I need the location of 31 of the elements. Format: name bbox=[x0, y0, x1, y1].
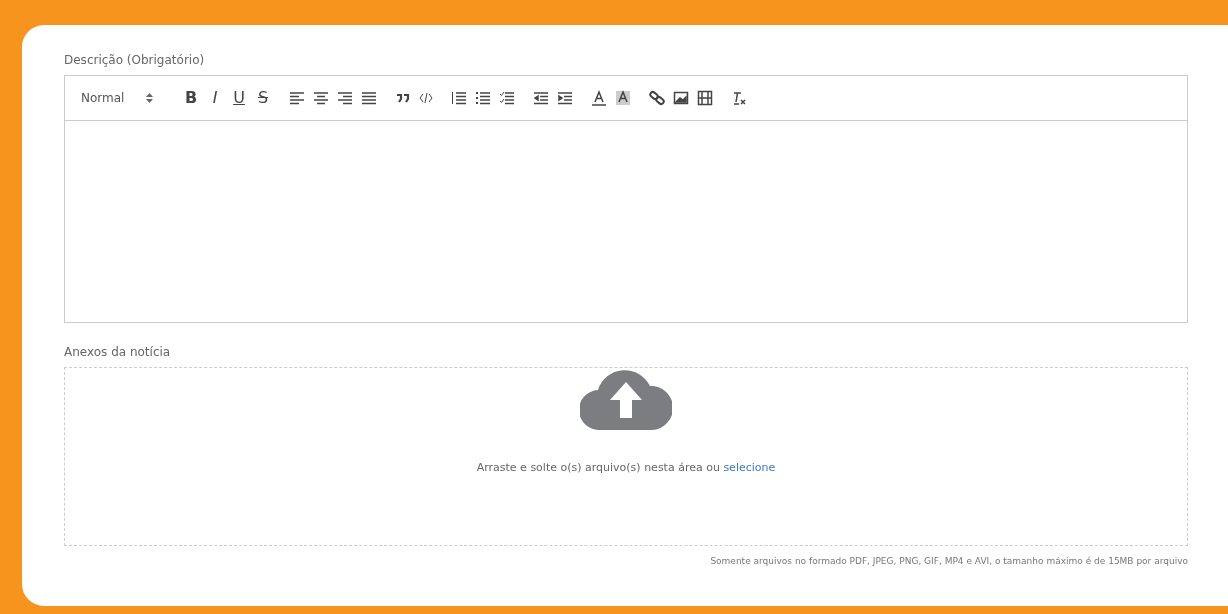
justify-icon bbox=[361, 90, 377, 106]
link-button[interactable] bbox=[649, 88, 665, 108]
select-link[interactable]: selecione bbox=[723, 461, 776, 474]
upload-instructions: Arraste e solte o(s) arquivo(s) nesta área ou selecione bbox=[476, 460, 776, 476]
cloud-upload-icon bbox=[580, 368, 672, 430]
field-label: Anexos da notícia bbox=[64, 344, 172, 361]
checklist-icon bbox=[499, 90, 515, 106]
drop-zone[interactable]: Arraste e solte o(s) arquivo(s) nesta área ou selecione bbox=[64, 367, 1188, 546]
align-right-icon bbox=[337, 90, 353, 106]
background-button[interactable] bbox=[615, 88, 631, 108]
italic-button[interactable]: I bbox=[207, 88, 223, 108]
underline-button[interactable]: U bbox=[231, 88, 247, 108]
caret-icon bbox=[146, 93, 154, 103]
image-icon bbox=[673, 90, 689, 106]
align-left-icon bbox=[289, 90, 305, 106]
field-label: Descrição (Obrigatório) bbox=[64, 52, 206, 69]
outdent-icon bbox=[533, 90, 549, 106]
format-dropdown[interactable]: Normal bbox=[81, 88, 165, 108]
highlight-icon bbox=[615, 90, 631, 106]
code-icon bbox=[419, 90, 433, 106]
file-format-note: Somente arquivos no formado PDF, JPEG, PNG, GIF, MP4 e AVI, o tamanho máximo é de 15MB por arquivo bbox=[709, 555, 1188, 568]
bold-button[interactable]: B bbox=[183, 88, 199, 108]
indent-icon bbox=[557, 90, 573, 106]
strike-button[interactable]: S bbox=[255, 88, 271, 108]
align-center-icon bbox=[313, 90, 329, 106]
bullet-list-icon bbox=[475, 90, 491, 106]
numbered-list-icon bbox=[451, 90, 467, 106]
link-icon bbox=[649, 90, 665, 106]
color-button[interactable] bbox=[591, 88, 607, 108]
clear-format-icon bbox=[731, 90, 747, 106]
text-color-icon bbox=[591, 90, 607, 106]
